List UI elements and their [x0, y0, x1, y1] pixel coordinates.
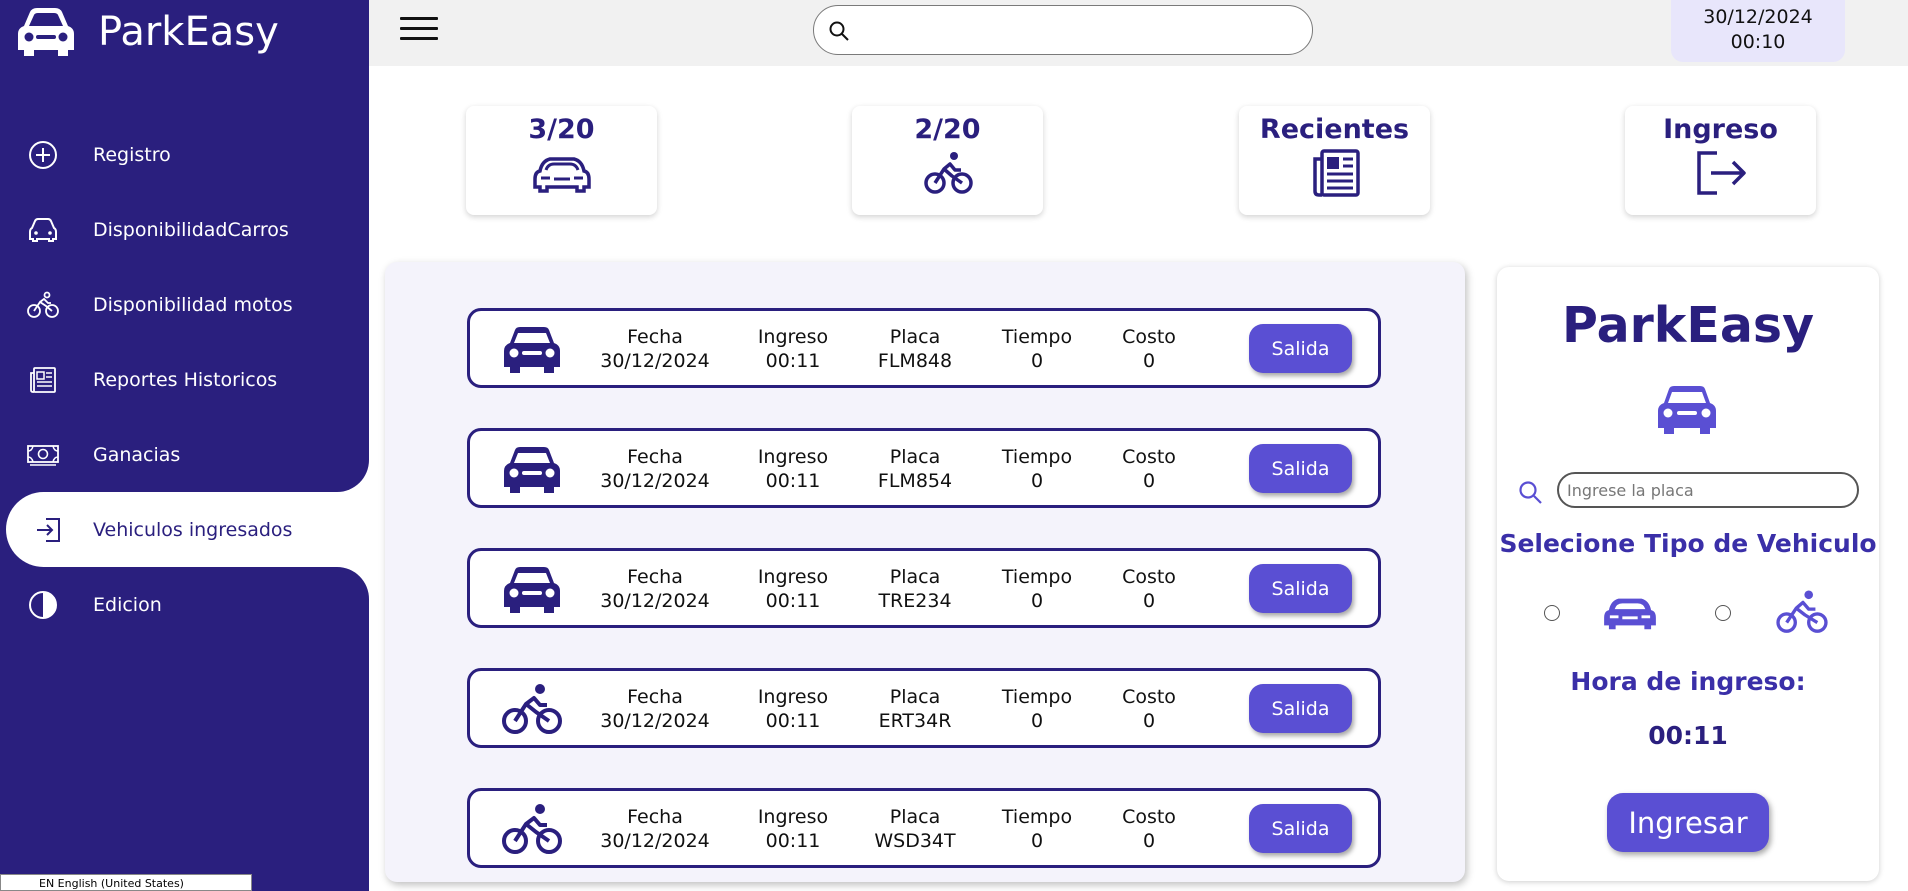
salida-button[interactable]: Salida — [1249, 564, 1352, 613]
bicycle-icon — [502, 804, 562, 854]
contrast-icon — [24, 586, 62, 624]
hora-value: 00:11 — [1648, 721, 1728, 750]
list-item: Fecha 30/12/2024 Ingreso 00:11 Placa TRE234… — [467, 548, 1381, 628]
sidebar-item-label: Vehiculos ingresados — [93, 518, 293, 541]
sidebar-item-reportes-historicos[interactable]: Reportes Historicos — [0, 342, 369, 417]
money-icon — [24, 436, 62, 474]
menu-icon[interactable] — [400, 17, 438, 43]
search-input[interactable] — [813, 5, 1313, 55]
sidebar-item-vehiculos-ingresados[interactable]: Vehiculos ingresados — [6, 492, 369, 567]
search-icon — [829, 21, 849, 41]
sidebar-item-edicion[interactable]: Edicion — [0, 567, 369, 642]
stat-card-recientes[interactable]: Recientes — [1239, 106, 1430, 215]
list-item: Fecha 30/12/2024 Ingreso 00:11 Placa FLM848… — [467, 308, 1381, 388]
fecha-cell: Fecha 30/12/2024 — [600, 446, 710, 492]
plus-circle-icon — [24, 136, 62, 174]
brand[interactable]: ParkEasy — [14, 4, 279, 60]
ingreso-cell: Ingreso 00:11 — [757, 686, 829, 732]
bicycle-icon — [502, 684, 562, 734]
car-icon — [1604, 598, 1656, 630]
sidebar-item-label: Edicion — [93, 593, 162, 616]
fecha-cell: Fecha 30/12/2024 — [600, 806, 710, 852]
tiempo-cell: Tiempo 0 — [1001, 686, 1073, 732]
register-title: ParkEasy — [1561, 297, 1815, 354]
costo-cell: Costo 0 — [1122, 566, 1176, 612]
ingresar-button[interactable]: Ingresar — [1607, 793, 1769, 852]
placa-cell: Placa TRE234 — [878, 566, 952, 612]
list-item: Fecha 30/12/2024 Ingreso 00:11 Placa WSD34T… — [467, 788, 1381, 868]
placa-cell: Placa ERT34R — [878, 686, 952, 732]
salida-button[interactable]: Salida — [1249, 324, 1352, 373]
sign-in-icon — [30, 511, 68, 549]
sidebar-item-disponibilidad-motos[interactable]: Disponibilidad motos — [0, 267, 369, 342]
costo-cell: Costo 0 — [1122, 446, 1176, 492]
stat-title: Ingreso — [1663, 114, 1778, 145]
bicycle-icon — [24, 286, 62, 324]
ingreso-cell: Ingreso 00:11 — [757, 806, 829, 852]
salida-button[interactable]: Salida — [1249, 684, 1352, 733]
list-item: Fecha 30/12/2024 Ingreso 00:11 Placa FLM854… — [467, 428, 1381, 508]
stat-card-bikes[interactable]: 2/20 — [852, 106, 1043, 215]
sidebar-item-registro[interactable]: Registro — [0, 117, 369, 192]
nav-corner-decoration — [300, 417, 369, 492]
costo-cell: Costo 0 — [1122, 806, 1176, 852]
sidebar-item-label: Disponibilidad motos — [93, 293, 293, 316]
datetime-display: 30/12/2024 00:10 — [1671, 0, 1845, 62]
car-icon — [532, 157, 591, 193]
current-time: 00:10 — [1730, 31, 1786, 53]
tiempo-cell: Tiempo 0 — [1001, 326, 1073, 372]
sidebar-item-label: DisponibilidadCarros — [93, 218, 289, 241]
car-icon — [504, 567, 560, 613]
register-panel: ParkEasy Selecione Tipo de Vehiculo Hora… — [1497, 267, 1879, 881]
newspaper-icon — [24, 361, 62, 399]
vehicles-list-panel: Fecha 30/12/2024 Ingreso 00:11 Placa FLM848… — [385, 262, 1465, 882]
radio-car[interactable] — [1544, 605, 1560, 621]
sidebar-item-label: Ganacias — [93, 443, 181, 466]
tiempo-cell: Tiempo 0 — [1001, 806, 1073, 852]
fecha-cell: Fecha 30/12/2024 — [600, 326, 710, 372]
salida-button[interactable]: Salida — [1249, 804, 1352, 853]
sidebar-item-label: Registro — [93, 143, 171, 166]
costo-cell: Costo 0 — [1122, 686, 1176, 732]
car-icon — [1658, 386, 1716, 434]
ingreso-cell: Ingreso 00:11 — [757, 566, 829, 612]
hora-label: Hora de ingreso: — [1570, 667, 1806, 696]
placa-cell: Placa WSD34T — [874, 806, 956, 852]
stat-title: Recientes — [1259, 114, 1410, 145]
stat-card-cars[interactable]: 3/20 — [466, 106, 657, 215]
vehicle-type-label: Selecione Tipo de Vehiculo — [1499, 529, 1877, 558]
search-icon — [1519, 481, 1542, 504]
car-icon — [504, 447, 560, 493]
placa-cell: Placa FLM848 — [877, 326, 953, 372]
fecha-cell: Fecha 30/12/2024 — [600, 686, 710, 732]
stat-title: 2/20 — [914, 114, 981, 145]
radio-bike[interactable] — [1715, 605, 1731, 621]
tiempo-cell: Tiempo 0 — [1001, 566, 1073, 612]
tiempo-cell: Tiempo 0 — [1001, 446, 1073, 492]
car-icon — [504, 327, 560, 373]
sidebar-item-disponibilidad-carros[interactable]: DisponibilidadCarros — [0, 192, 369, 267]
bicycle-icon — [1776, 590, 1828, 633]
costo-cell: Costo 0 — [1122, 326, 1176, 372]
ingreso-cell: Ingreso 00:11 — [757, 326, 829, 372]
car-logo-icon — [18, 8, 74, 56]
bicycle-icon — [923, 152, 973, 194]
plate-input[interactable] — [1557, 472, 1859, 508]
language-indicator[interactable]: EN English (United States) — [0, 874, 252, 891]
current-date: 30/12/2024 — [1703, 6, 1813, 28]
ingreso-cell: Ingreso 00:11 — [757, 446, 829, 492]
car-icon — [24, 211, 62, 249]
sign-out-icon — [1696, 151, 1746, 195]
topbar: 30/12/2024 00:10 — [369, 0, 1908, 66]
sidebar-item-label: Reportes Historicos — [93, 368, 278, 391]
newspaper-icon — [1312, 149, 1360, 197]
placa-cell: Placa FLM854 — [877, 446, 953, 492]
sidebar: ParkEasy Registro DisponibilidadCarros D… — [0, 0, 369, 891]
fecha-cell: Fecha 30/12/2024 — [600, 566, 710, 612]
salida-button[interactable]: Salida — [1249, 444, 1352, 493]
brand-name: ParkEasy — [98, 9, 279, 55]
stat-card-ingreso[interactable]: Ingreso — [1625, 106, 1816, 215]
list-item: Fecha 30/12/2024 Ingreso 00:11 Placa ERT34R… — [467, 668, 1381, 748]
stat-title: 3/20 — [528, 114, 595, 145]
